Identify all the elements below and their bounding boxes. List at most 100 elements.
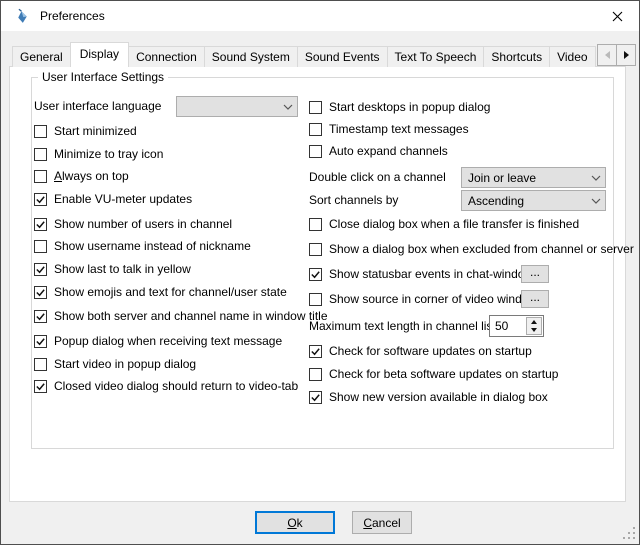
show-username-row[interactable]: Show username instead of nickname bbox=[34, 238, 251, 254]
software-updates-checkbox[interactable] bbox=[309, 345, 322, 358]
new-version-dialog-row[interactable]: Show new version available in dialog box bbox=[309, 389, 548, 405]
statusbar-events-row[interactable]: Show statusbar events in chat-window bbox=[309, 266, 533, 282]
statusbar-events-checkbox[interactable] bbox=[309, 268, 322, 281]
language-combobox[interactable] bbox=[176, 96, 298, 117]
titlebar: Preferences bbox=[1, 1, 639, 31]
video-source-browse-button[interactable]: ... bbox=[521, 290, 549, 308]
video-source-corner-label: Show source in corner of video window bbox=[329, 292, 537, 306]
popup-text-message-row[interactable]: Popup dialog when receiving text message bbox=[34, 333, 282, 349]
timestamp-checkbox[interactable] bbox=[309, 123, 322, 136]
double-click-combobox[interactable]: Join or leave bbox=[461, 167, 606, 188]
ok-button[interactable]: Ok bbox=[255, 511, 335, 534]
popup-text-message-label: Popup dialog when receiving text message bbox=[54, 334, 282, 348]
video-source-corner-row[interactable]: Show source in corner of video window bbox=[309, 291, 537, 307]
vu-meter-checkbox[interactable] bbox=[34, 193, 47, 206]
auto-expand-checkbox[interactable] bbox=[309, 145, 322, 158]
new-version-dialog-label: Show new version available in dialog box bbox=[329, 390, 548, 404]
closed-video-return-row[interactable]: Closed video dialog should return to vid… bbox=[34, 378, 298, 394]
start-minimized-row[interactable]: Start minimized bbox=[34, 123, 137, 139]
show-user-count-label: Show number of users in channel bbox=[54, 217, 232, 231]
last-to-talk-label: Show last to talk in yellow bbox=[54, 262, 191, 276]
cancel-button-label: Cancel bbox=[363, 516, 400, 530]
desktops-popup-row[interactable]: Start desktops in popup dialog bbox=[309, 99, 490, 115]
show-username-checkbox[interactable] bbox=[34, 240, 47, 253]
popup-text-message-checkbox[interactable] bbox=[34, 335, 47, 348]
sort-channels-combobox[interactable]: Ascending bbox=[461, 190, 606, 211]
minimize-to-tray-row[interactable]: Minimize to tray icon bbox=[34, 146, 163, 162]
ok-button-label: Ok bbox=[287, 516, 302, 530]
chevron-down-icon bbox=[279, 104, 297, 110]
group-title: User Interface Settings bbox=[38, 70, 168, 84]
desktops-popup-label: Start desktops in popup dialog bbox=[329, 100, 490, 114]
excluded-dialog-label: Show a dialog box when excluded from cha… bbox=[329, 242, 634, 256]
sort-channels-row: Sort channels by bbox=[309, 192, 398, 208]
close-on-transfer-checkbox[interactable] bbox=[309, 218, 322, 231]
tab-display[interactable]: Display bbox=[70, 42, 129, 67]
tab-connection[interactable]: Connection bbox=[128, 46, 205, 67]
always-on-top-label: Always on top bbox=[54, 169, 129, 183]
double-click-value: Join or leave bbox=[462, 171, 587, 185]
statusbar-events-browse-button[interactable]: ... bbox=[521, 265, 549, 283]
always-on-top-row[interactable]: Always on top bbox=[34, 168, 129, 184]
server-channel-title-label: Show both server and channel name in win… bbox=[54, 309, 328, 323]
statusbar-events-label: Show statusbar events in chat-window bbox=[329, 267, 533, 281]
always-on-top-checkbox[interactable] bbox=[34, 170, 47, 183]
excluded-dialog-row[interactable]: Show a dialog box when excluded from cha… bbox=[309, 241, 634, 257]
video-source-corner-checkbox[interactable] bbox=[309, 293, 322, 306]
minimize-to-tray-checkbox[interactable] bbox=[34, 148, 47, 161]
software-updates-row[interactable]: Check for software updates on startup bbox=[309, 343, 532, 359]
close-on-transfer-label: Close dialog box when a file transfer is… bbox=[329, 217, 579, 231]
preferences-dialog: Preferences General Display Connection S… bbox=[0, 0, 640, 545]
desktops-popup-checkbox[interactable] bbox=[309, 101, 322, 114]
last-to-talk-checkbox[interactable] bbox=[34, 263, 47, 276]
tab-video[interactable]: Video bbox=[549, 46, 595, 67]
max-text-length-spinner[interactable]: 50 bbox=[489, 315, 544, 337]
spinner-down-icon[interactable] bbox=[527, 326, 541, 334]
tab-scroll-right-icon[interactable] bbox=[616, 44, 636, 66]
tab-shortcuts[interactable]: Shortcuts bbox=[483, 46, 550, 67]
closed-video-return-label: Closed video dialog should return to vid… bbox=[54, 379, 298, 393]
vu-meter-row[interactable]: Enable VU-meter updates bbox=[34, 191, 192, 207]
language-row: User interface language bbox=[34, 98, 161, 114]
window-title: Preferences bbox=[40, 9, 105, 23]
last-to-talk-row[interactable]: Show last to talk in yellow bbox=[34, 261, 191, 277]
tab-general[interactable]: General bbox=[12, 46, 71, 67]
tab-sound-events[interactable]: Sound Events bbox=[297, 46, 388, 67]
emojis-label: Show emojis and text for channel/user st… bbox=[54, 285, 287, 299]
start-minimized-checkbox[interactable] bbox=[34, 125, 47, 138]
timestamp-row[interactable]: Timestamp text messages bbox=[309, 121, 469, 137]
max-text-length-label: Maximum text length in channel list bbox=[309, 319, 496, 333]
new-version-dialog-checkbox[interactable] bbox=[309, 391, 322, 404]
start-video-popup-row[interactable]: Start video in popup dialog bbox=[34, 356, 196, 372]
emojis-checkbox[interactable] bbox=[34, 286, 47, 299]
emojis-row[interactable]: Show emojis and text for channel/user st… bbox=[34, 284, 287, 300]
start-video-popup-label: Start video in popup dialog bbox=[54, 357, 196, 371]
close-icon[interactable] bbox=[603, 3, 631, 29]
minimize-to-tray-label: Minimize to tray icon bbox=[54, 147, 163, 161]
server-channel-title-checkbox[interactable] bbox=[34, 310, 47, 323]
beta-updates-row[interactable]: Check for beta software updates on start… bbox=[309, 366, 558, 382]
server-channel-title-row[interactable]: Show both server and channel name in win… bbox=[34, 308, 328, 324]
spinner-up-icon[interactable] bbox=[527, 318, 541, 326]
auto-expand-row[interactable]: Auto expand channels bbox=[309, 143, 448, 159]
tab-scroll-left-icon[interactable] bbox=[597, 44, 617, 66]
close-on-transfer-row[interactable]: Close dialog box when a file transfer is… bbox=[309, 216, 579, 232]
tab-text-to-speech[interactable]: Text To Speech bbox=[387, 46, 485, 67]
cancel-button[interactable]: Cancel bbox=[352, 511, 412, 534]
chevron-down-icon bbox=[587, 198, 605, 204]
double-click-row: Double click on a channel bbox=[309, 169, 446, 185]
auto-expand-label: Auto expand channels bbox=[329, 144, 448, 158]
closed-video-return-checkbox[interactable] bbox=[34, 380, 47, 393]
tab-bar: General Display Connection Sound System … bbox=[12, 42, 596, 67]
show-user-count-checkbox[interactable] bbox=[34, 218, 47, 231]
timestamp-label: Timestamp text messages bbox=[329, 122, 469, 136]
show-user-count-row[interactable]: Show number of users in channel bbox=[34, 216, 232, 232]
excluded-dialog-checkbox[interactable] bbox=[309, 243, 322, 256]
double-click-label: Double click on a channel bbox=[309, 170, 446, 184]
start-minimized-label: Start minimized bbox=[54, 124, 137, 138]
start-video-popup-checkbox[interactable] bbox=[34, 358, 47, 371]
resize-grip[interactable] bbox=[622, 527, 635, 540]
tab-sound-system[interactable]: Sound System bbox=[204, 46, 298, 67]
beta-updates-checkbox[interactable] bbox=[309, 368, 322, 381]
max-text-length-value[interactable]: 50 bbox=[490, 316, 525, 336]
